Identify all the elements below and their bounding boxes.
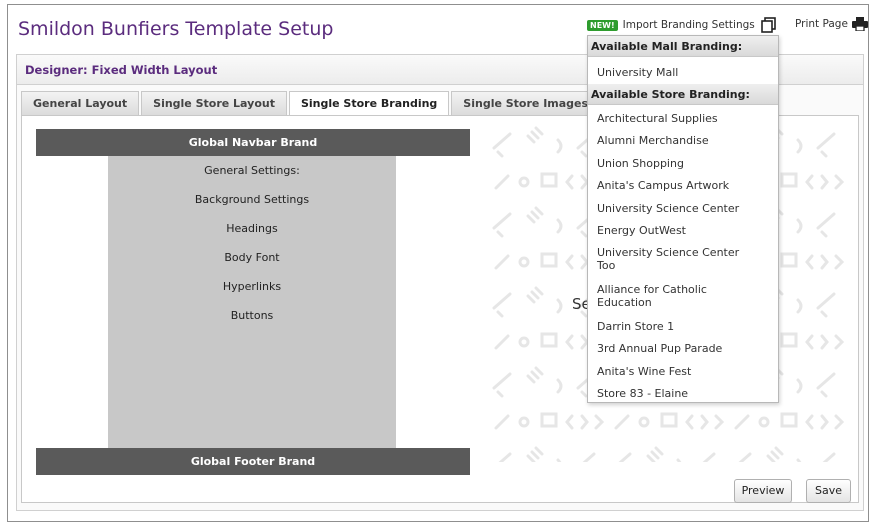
global-navbar-brand[interactable]: Global Navbar Brand [36,129,470,156]
dropdown-item[interactable]: Anita's Campus Artwork [597,179,772,192]
copy-icon[interactable] [760,17,777,33]
tab-general-layout[interactable]: General Layout [21,91,140,115]
dropdown-item[interactable]: Alumni Merchandise [597,134,772,147]
dropdown-item[interactable]: University Mall [597,66,772,79]
general-settings-heading: General Settings: [204,164,300,177]
store-branding-header: Available Store Branding: [588,84,778,105]
preview-button[interactable]: Preview [734,479,792,503]
printer-icon[interactable] [851,17,868,32]
dropdown-item[interactable]: University Science Center Too [597,246,747,272]
save-button[interactable]: Save [806,479,851,503]
buttons-link[interactable]: Buttons [108,309,396,322]
dropdown-item[interactable]: Store 83 - Elaine [597,387,772,400]
hyperlinks-link[interactable]: Hyperlinks [108,280,396,293]
new-badge: NEW! [587,19,618,31]
dropdown-item[interactable]: Alliance for Catholic Education [597,283,727,309]
dropdown-item[interactable]: Architectural Supplies [597,112,772,125]
headings-link[interactable]: Headings [108,222,396,235]
print-page-link[interactable]: Print Page [795,17,868,32]
dropdown-item[interactable]: University Science Center [597,202,772,215]
tab-row: General Layout Single Store Layout Singl… [21,91,602,116]
body-font-link[interactable]: Body Font [108,251,396,264]
page-title: Smildon Bunfiers Template Setup [18,18,334,40]
dropdown-item[interactable]: Union Shopping [597,157,772,170]
dropdown-item[interactable]: Energy OutWest [597,224,772,237]
tab-single-store-layout[interactable]: Single Store Layout [141,91,287,115]
import-branding-label[interactable]: Import Branding Settings [623,19,755,31]
print-page-label[interactable]: Print Page [795,18,848,30]
settings-column: General Settings: Background Settings He… [108,156,396,448]
global-footer-brand[interactable]: Global Footer Brand [36,448,470,475]
layout-preview: Global Navbar Brand General Settings: Ba… [36,129,470,475]
tab-single-store-images[interactable]: Single Store Images [451,91,601,115]
background-settings-link[interactable]: Background Settings [108,193,396,206]
branding-dropdown: Available Mall Branding: University Mall… [587,35,779,403]
mall-branding-header: Available Mall Branding: [588,36,778,57]
import-branding-link[interactable]: NEW! Import Branding Settings [587,17,777,33]
tab-single-store-branding[interactable]: Single Store Branding [288,91,450,116]
dropdown-item[interactable]: Anita's Wine Fest [597,365,772,378]
dropdown-item[interactable]: Darrin Store 1 [597,320,772,333]
dropdown-item[interactable]: 3rd Annual Pup Parade [597,342,772,355]
designer-label: Designer: Fixed Width Layout [25,63,218,77]
